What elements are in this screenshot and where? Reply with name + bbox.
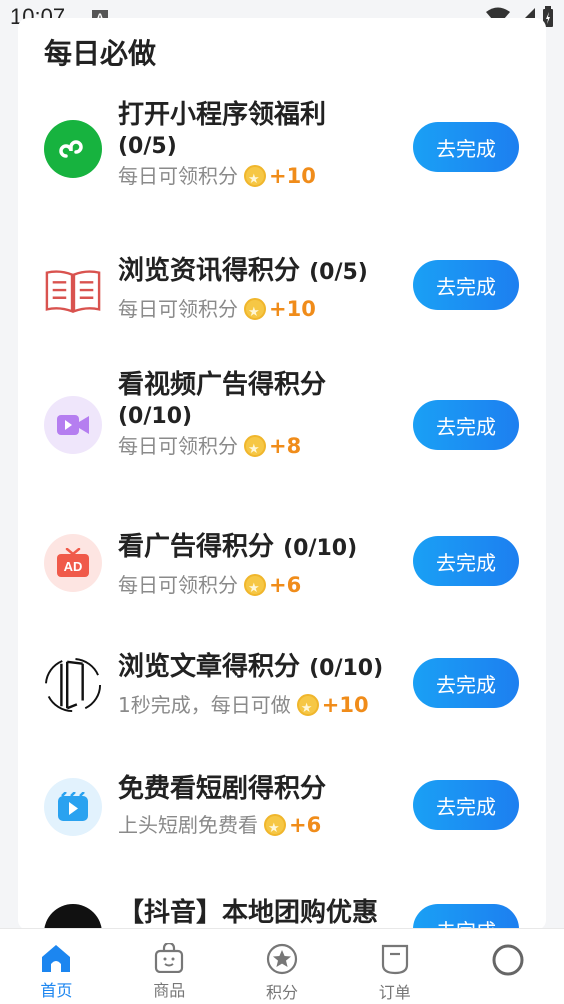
tab-profile[interactable] [451, 929, 564, 1004]
order-icon [381, 944, 408, 975]
task-subtitle: 上头短剧免费看 [118, 813, 258, 837]
go-complete-button[interactable]: 去完成 [413, 260, 519, 310]
task-title: 【抖音】本地团购优惠 [118, 898, 379, 928]
section-title: 每日必做 [44, 37, 157, 70]
go-complete-button[interactable]: 去完成 [413, 780, 519, 830]
task-points: +10 [269, 297, 316, 321]
task-count: (0/10) [118, 404, 193, 429]
task-title: 免费看短剧得积分 [118, 774, 327, 804]
mini-program-icon [44, 120, 102, 178]
daily-tasks-card: 每日必做 打开小程序领福利 (0/5) 每日可领积分 +10 去完成 浏览资讯得… [18, 18, 546, 930]
task-subtitle-row: 每日可领积分 +10 [118, 161, 408, 195]
coin-icon [244, 298, 266, 328]
task-subtitle-row: 每日可领积分 +6 [118, 570, 408, 604]
task-title: 看视频广告得积分 [118, 370, 327, 400]
task-subtitle-row: 每日可领积分 +10 [118, 294, 408, 328]
tab-label: 订单 [378, 983, 411, 1002]
task-subtitle: 每日可领积分 [118, 434, 238, 458]
tab-home[interactable]: 首页 [0, 929, 113, 1004]
task-subtitle-row: 1秒完成，每日可做 +10 [118, 690, 408, 724]
points-badge-icon [266, 943, 298, 975]
tab-label: 首页 [40, 981, 73, 1000]
task-points: +10 [269, 164, 316, 188]
task-title-row: 浏览资讯得积分 (0/5) [118, 252, 408, 292]
task-subtitle-row: 每日可领积分 +8 [118, 431, 408, 465]
tab-products[interactable]: 商品 [113, 929, 226, 1004]
task-count: (0/10) [283, 536, 358, 561]
task-title-row: 看广告得积分 (0/10) [118, 528, 408, 568]
go-complete-button[interactable]: 去完成 [413, 536, 519, 586]
task-count: (0/5) [118, 134, 177, 159]
task-count: (0/5) [309, 260, 368, 285]
task-title: 打开小程序领福利 [118, 100, 327, 130]
tab-orders[interactable]: 订单 [338, 929, 451, 1004]
profile-icon [492, 944, 524, 976]
task-title: 浏览资讯得积分 [118, 256, 301, 286]
home-icon [42, 945, 71, 972]
tab-label: 积分 [265, 983, 298, 1002]
article-icon [44, 656, 102, 714]
task-count: (0/10) [309, 656, 384, 681]
go-complete-button[interactable]: 去完成 [413, 658, 519, 708]
book-icon [44, 262, 102, 320]
task-subtitle: 每日可领积分 [118, 164, 238, 188]
douyin-icon [44, 904, 102, 930]
task-points: +6 [269, 573, 302, 597]
shopping-bag-icon [155, 943, 184, 973]
task-title: 看广告得积分 [118, 532, 275, 562]
coin-icon [244, 165, 266, 195]
task-points: +6 [289, 813, 322, 837]
task-points: +8 [269, 434, 302, 458]
task-subtitle: 每日可领积分 [118, 573, 238, 597]
go-complete-button[interactable]: 去完成 [413, 122, 519, 172]
go-complete-button[interactable]: 去完成 [413, 400, 519, 450]
task-title: 浏览文章得积分 [118, 652, 301, 682]
coin-icon [264, 814, 286, 844]
task-subtitle-row: 上头短剧免费看 +6 [118, 810, 408, 844]
task-subtitle: 1秒完成，每日可做 [118, 693, 291, 717]
tv-ad-icon: AD [44, 534, 102, 592]
tab-label: 商品 [153, 981, 186, 1000]
go-complete-button[interactable]: 去完成 [413, 904, 519, 930]
coin-icon [244, 574, 266, 604]
play-icon [44, 778, 102, 836]
coin-icon [296, 694, 319, 724]
bottom-tab-bar: 首页 商品 积分 订单 [0, 928, 564, 1004]
task-subtitle: 每日可领积分 [118, 297, 238, 321]
task-points: +10 [321, 693, 369, 717]
coin-icon [244, 435, 266, 465]
tab-points[interactable]: 积分 [226, 929, 339, 1004]
task-title-row: 浏览文章得积分 (0/10) [118, 648, 408, 688]
svg-text:AD: AD [64, 559, 83, 574]
video-camera-icon [44, 396, 102, 454]
